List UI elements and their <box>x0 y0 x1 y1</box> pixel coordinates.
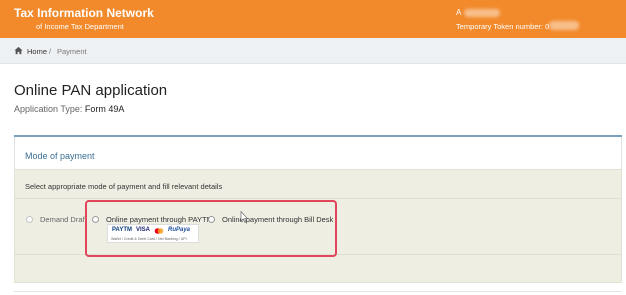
mouse-cursor-icon <box>240 211 248 223</box>
application-type: Application Type: Form 49A <box>14 104 124 114</box>
highlight-annotation <box>85 200 337 257</box>
bottom-divider <box>14 291 622 292</box>
panel-divider <box>15 198 621 199</box>
top-header: Tax Information Network of Income Tax De… <box>0 0 626 38</box>
payment-section-header: Mode of payment <box>14 137 622 169</box>
breadcrumb-separator: / <box>49 46 52 56</box>
application-type-label: Application Type: <box>14 104 83 114</box>
page-title: Online PAN application <box>14 82 168 99</box>
token-label: Temporary Token number: 0 <box>456 22 550 31</box>
redacted-token <box>549 21 579 30</box>
payment-instruction: Select appropriate mode of payment and f… <box>25 182 223 191</box>
radio-button[interactable] <box>26 216 33 223</box>
user-name: A <box>456 8 462 17</box>
breadcrumb-current: Payment <box>57 46 87 56</box>
brand-title: Tax Information Network <box>14 6 154 20</box>
redacted-username <box>464 9 500 17</box>
brand-subtitle: of Income Tax Department <box>36 22 124 31</box>
radio-label: Demand Draft <box>40 215 87 224</box>
breadcrumb-home-link[interactable]: Home <box>27 47 47 56</box>
radio-demand-draft[interactable]: Demand Draft <box>26 215 87 224</box>
home-icon[interactable] <box>14 46 23 55</box>
application-type-value: Form 49A <box>84 104 125 114</box>
breadcrumb: Home / Payment <box>0 38 626 64</box>
section-title: Mode of payment <box>25 151 95 161</box>
